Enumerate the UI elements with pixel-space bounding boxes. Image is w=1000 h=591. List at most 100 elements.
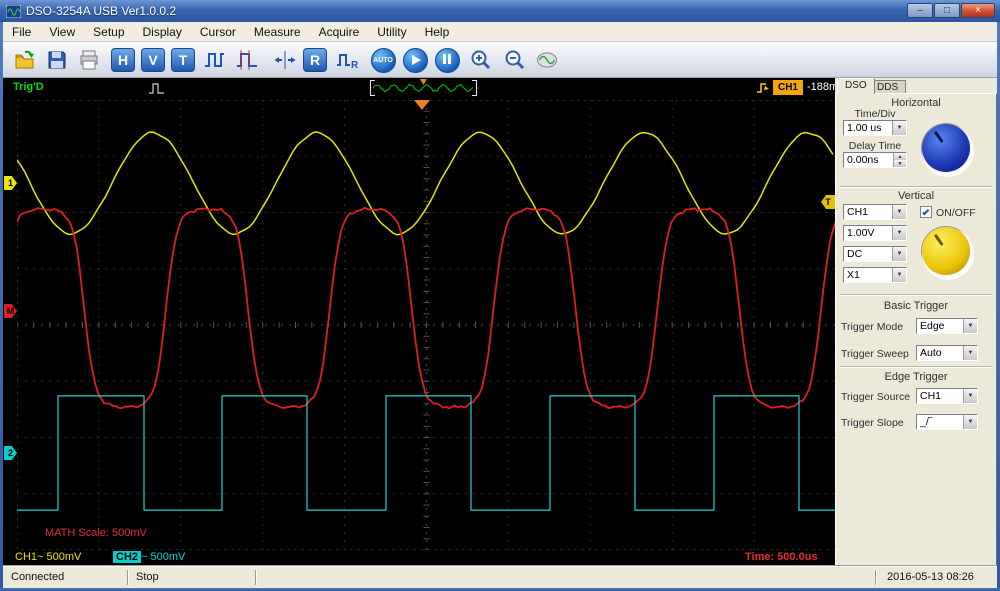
coupling-value: DC <box>847 248 863 260</box>
trigger-edge-icon <box>757 83 769 93</box>
zoom-in-button[interactable] <box>467 46 495 74</box>
title-bar: DSO-3254A USB Ver1.0.0.2 – □ × <box>0 0 1000 22</box>
control-panel: DSO DDS Horizontal Time/Div 1.00 us ▼ De… <box>835 78 997 566</box>
print-button[interactable] <box>75 46 103 74</box>
printer-icon <box>80 50 98 70</box>
vertical-group-title: Vertical <box>897 190 935 202</box>
math-level-marker[interactable]: M <box>4 304 17 318</box>
timediv-select[interactable]: 1.00 us ▼ <box>843 120 907 136</box>
volts-div-select[interactable]: 1.00V ▼ <box>843 225 907 241</box>
trigger-sweep-value: Auto <box>920 347 942 359</box>
horizontal-expand-button[interactable] <box>271 46 299 74</box>
run-button[interactable] <box>401 46 429 74</box>
menu-cursor[interactable]: Cursor <box>191 23 245 41</box>
tab-dso[interactable]: DSO <box>837 78 875 94</box>
save-button[interactable] <box>43 46 71 74</box>
dropdown-arrow-icon[interactable]: ▼ <box>892 247 906 261</box>
ch2-label: CH2 <box>113 551 142 563</box>
play-icon <box>412 55 421 65</box>
onoff-label: ON/OFF <box>936 207 976 219</box>
maximize-button[interactable]: □ <box>934 3 960 18</box>
ch1-level-marker[interactable]: 1 <box>4 176 17 190</box>
dropdown-arrow-icon[interactable]: ▼ <box>963 415 977 429</box>
window-title: DSO-3254A USB Ver1.0.0.2 <box>26 4 177 18</box>
dropdown-arrow-icon[interactable]: ▼ <box>892 268 906 282</box>
dropdown-arrow-icon[interactable]: ▼ <box>892 226 906 240</box>
ch2-scale-readout: CH2 ~ 500mV <box>113 551 185 563</box>
datetime-label: 2016-05-13 08:26 <box>887 571 974 583</box>
trigger-source-label: Trigger Source <box>841 391 911 403</box>
pulse-indicator-icon <box>149 83 164 94</box>
ch1-scale-value: 500mV <box>46 551 82 563</box>
waveform-display-button[interactable] <box>201 46 229 74</box>
ch1-scale-readout: CH1~ 500mV <box>15 551 81 563</box>
basic-trigger-title: Basic Trigger <box>883 300 949 312</box>
dropdown-arrow-icon[interactable]: ▼ <box>963 346 977 360</box>
export-waveform-button[interactable] <box>533 46 561 74</box>
window-border <box>0 22 3 591</box>
menu-file[interactable]: File <box>3 23 40 41</box>
volts-div-value: 1.00V <box>847 227 875 239</box>
menu-setup[interactable]: Setup <box>84 23 133 41</box>
reset-button[interactable]: R <box>301 46 329 74</box>
menu-acquire[interactable]: Acquire <box>310 23 369 41</box>
v-label: V <box>141 48 165 72</box>
trigger-sweep-select[interactable]: Auto ▼ <box>916 345 978 361</box>
pulse-reference-button[interactable]: R <box>333 46 361 74</box>
trigger-mode-select[interactable]: Edge ▼ <box>916 318 978 334</box>
menu-help[interactable]: Help <box>416 23 459 41</box>
dropdown-arrow-icon[interactable]: ▼ <box>963 319 977 333</box>
close-button[interactable]: × <box>961 3 995 18</box>
trigger-slope-select[interactable]: _/‾ ▼ <box>916 414 978 430</box>
channel-onoff-checkbox[interactable] <box>920 206 932 218</box>
menu-utility[interactable]: Utility <box>368 23 415 41</box>
ch1-label: CH1 <box>15 551 38 563</box>
ch2-coupling-icon: ~ <box>141 551 148 563</box>
acquisition-status: Stop <box>136 571 159 583</box>
export-wave-icon <box>537 52 557 68</box>
vertical-knob[interactable] <box>922 227 970 275</box>
scope-region: Trig'D CH1 -188mV MATH Scale: 500mV 1 M … <box>3 78 846 566</box>
vertical-cursor-button[interactable]: V <box>139 46 167 74</box>
dropdown-arrow-icon[interactable]: ▼ <box>892 205 906 219</box>
menu-view[interactable]: View <box>40 23 84 41</box>
coupling-select[interactable]: DC ▼ <box>843 246 907 262</box>
horizontal-cursor-button[interactable]: H <box>109 46 137 74</box>
open-file-button[interactable] <box>11 46 39 74</box>
menu-display[interactable]: Display <box>134 23 191 41</box>
spin-up-icon[interactable]: ▲ <box>894 153 906 160</box>
menu-measure[interactable]: Measure <box>245 23 310 41</box>
autoset-button[interactable]: AUTO <box>369 46 397 74</box>
pause-button[interactable] <box>433 46 461 74</box>
ch1-coupling-icon: ~ <box>37 551 44 563</box>
statusbar-divider <box>255 570 257 585</box>
section-divider <box>840 294 992 296</box>
zoom-out-icon <box>505 50 525 70</box>
trigger-cursor-button[interactable]: T <box>169 46 197 74</box>
waveform-preview-bar[interactable] <box>370 79 477 96</box>
dropdown-arrow-icon[interactable]: ▼ <box>963 389 977 403</box>
channel-select[interactable]: CH1 ▼ <box>843 204 907 220</box>
status-bar: Connected Stop 2016-05-13 08:26 <box>3 566 997 588</box>
toolbar: H V T R R AUTO <box>3 42 997 78</box>
dropdown-arrow-icon[interactable]: ▼ <box>892 121 906 135</box>
svg-text:R: R <box>351 60 359 71</box>
delay-time-input[interactable]: 0.00ns ▲ ▼ <box>843 152 907 168</box>
spin-down-icon[interactable]: ▼ <box>894 160 906 167</box>
open-folder-icon <box>15 50 34 69</box>
horizontal-knob[interactable] <box>922 124 970 172</box>
probe-select[interactable]: X1 ▼ <box>843 267 907 283</box>
trigger-status: Trig'D <box>13 81 44 93</box>
zoom-out-button[interactable] <box>501 46 529 74</box>
trigger-source-select[interactable]: CH1 ▼ <box>916 388 978 404</box>
waveform-measure-button[interactable] <box>233 46 261 74</box>
scope-waveform-display <box>17 100 836 550</box>
minimize-button[interactable]: – <box>907 3 933 18</box>
save-floppy-icon <box>48 51 66 69</box>
ch2-level-marker[interactable]: 2 <box>4 446 17 460</box>
app-window: DSO-3254A USB Ver1.0.0.2 – □ × File View… <box>0 0 1000 591</box>
trigger-source-badge: CH1 <box>773 80 803 95</box>
knob-pointer <box>933 233 944 247</box>
timediv-value: 1.00 us <box>847 122 882 134</box>
spinner-buttons[interactable]: ▲ ▼ <box>893 153 906 167</box>
